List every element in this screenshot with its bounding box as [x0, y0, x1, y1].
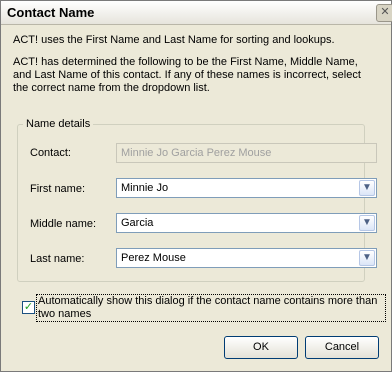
last-name-dropdown-button[interactable]: ▼ [359, 250, 375, 266]
auto-show-label[interactable]: Automatically show this dialog if the co… [36, 294, 386, 322]
contact-name-dialog: Contact Name ✕ ACT! uses the First Name … [0, 0, 392, 372]
first-name-value: Minnie Jo [121, 182, 169, 194]
chevron-down-icon: ▼ [362, 217, 372, 228]
middle-name-dropdown[interactable]: Garcia ▼ [116, 213, 377, 233]
middle-name-label: Middle name: [30, 218, 97, 230]
close-button[interactable]: ✕ [376, 4, 392, 22]
cancel-button[interactable]: Cancel [305, 336, 379, 359]
last-name-label: Last name: [30, 253, 85, 265]
contact-label: Contact: [30, 147, 71, 159]
first-name-dropdown[interactable]: Minnie Jo ▼ [116, 178, 377, 198]
chevron-down-icon: ▼ [362, 182, 372, 193]
chevron-down-icon: ▼ [362, 252, 372, 263]
name-details-legend: Name details [23, 118, 94, 130]
info-text-determined: ACT! has determined the following to be … [13, 56, 361, 94]
info-text-sorting: ACT! uses the First Name and Last Name f… [13, 34, 335, 46]
middle-name-dropdown-button[interactable]: ▼ [359, 215, 375, 231]
dialog-title: Contact Name [7, 5, 95, 20]
last-name-dropdown[interactable]: Perez Mouse ▼ [116, 248, 377, 268]
last-name-value: Perez Mouse [121, 252, 186, 264]
middle-name-value: Garcia [121, 217, 154, 229]
title-bar[interactable]: Contact Name ✕ [1, 1, 392, 25]
close-icon: ✕ [380, 6, 390, 18]
first-name-label: First name: [30, 183, 86, 195]
auto-show-checkbox[interactable]: ✓ [22, 301, 35, 314]
contact-value: Minnie Jo Garcia Perez Mouse [121, 147, 272, 159]
ok-button[interactable]: OK [224, 336, 298, 359]
checkmark-icon: ✓ [23, 301, 34, 313]
contact-field: Minnie Jo Garcia Perez Mouse [116, 143, 377, 163]
first-name-dropdown-button[interactable]: ▼ [359, 180, 375, 196]
